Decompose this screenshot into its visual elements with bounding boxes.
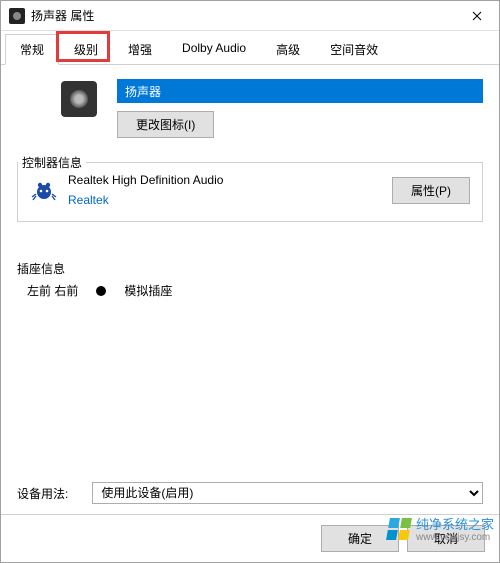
dialog-footer: 确定 取消 xyxy=(1,514,499,562)
device-name-input[interactable] xyxy=(117,79,483,103)
speaker-device-icon xyxy=(61,81,97,117)
properties-window: 扬声器 属性 常规 级别 增强 Dolby Audio 高级 空间音效 更改图标… xyxy=(0,0,500,563)
tab-general[interactable]: 常规 xyxy=(5,34,59,65)
speaker-titlebar-icon xyxy=(9,8,25,24)
device-usage-row: 设备用法: 使用此设备(启用) xyxy=(17,462,483,504)
device-header-row: 更改图标(I) xyxy=(17,79,483,138)
cancel-button[interactable]: 取消 xyxy=(407,525,485,552)
controller-vendor-link[interactable]: Realtek xyxy=(68,193,382,207)
window-title: 扬声器 属性 xyxy=(31,7,454,24)
controller-group-label: 控制器信息 xyxy=(18,154,86,171)
jack-info-group: 插座信息 左前 右前 模拟插座 xyxy=(17,278,483,299)
controller-properties-button[interactable]: 属性(P) xyxy=(392,177,470,204)
close-button[interactable] xyxy=(454,1,499,31)
tab-spatial[interactable]: 空间音效 xyxy=(315,34,393,65)
tab-enhance[interactable]: 增强 xyxy=(113,34,167,65)
tab-content-general: 更改图标(I) 控制器信息 Realtek H xyxy=(1,65,499,514)
realtek-crab-icon xyxy=(30,176,58,204)
tab-level[interactable]: 级别 xyxy=(59,34,113,65)
tab-dolby[interactable]: Dolby Audio xyxy=(167,34,261,65)
jack-color-dot-icon xyxy=(96,286,106,296)
jack-group-label: 插座信息 xyxy=(17,260,65,277)
change-icon-button[interactable]: 更改图标(I) xyxy=(117,111,214,138)
ok-button[interactable]: 确定 xyxy=(321,525,399,552)
controller-name: Realtek High Definition Audio xyxy=(68,173,382,187)
tab-strip: 常规 级别 增强 Dolby Audio 高级 空间音效 xyxy=(1,31,499,65)
close-icon xyxy=(472,11,482,21)
jack-type: 模拟插座 xyxy=(124,282,172,299)
device-usage-select[interactable]: 使用此设备(启用) xyxy=(92,482,483,504)
tab-advanced[interactable]: 高级 xyxy=(261,34,315,65)
titlebar: 扬声器 属性 xyxy=(1,1,499,31)
jack-location: 左前 右前 xyxy=(27,282,78,299)
device-usage-label: 设备用法: xyxy=(17,485,68,502)
controller-info-group: 控制器信息 Realtek High Definition Audio Real… xyxy=(17,162,483,222)
